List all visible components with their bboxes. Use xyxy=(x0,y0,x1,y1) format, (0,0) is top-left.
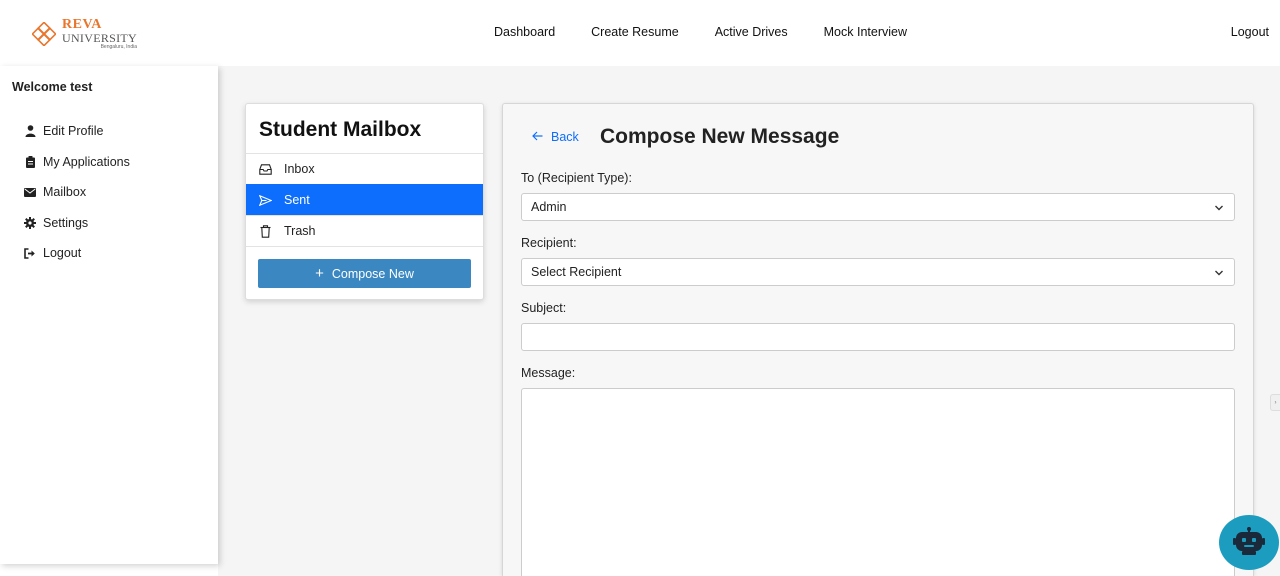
nav-mock-interview[interactable]: Mock Interview xyxy=(824,25,907,39)
envelope-icon xyxy=(24,186,36,198)
recipient-type-select[interactable]: Admin xyxy=(521,193,1235,221)
folder-label: Sent xyxy=(284,193,310,207)
nav-create-resume[interactable]: Create Resume xyxy=(591,25,679,39)
chevron-icon: › xyxy=(1274,399,1277,406)
recipient-type-value: Admin xyxy=(531,200,567,214)
compose-title: Compose New Message xyxy=(600,125,840,148)
message-label: Message: xyxy=(521,366,576,380)
sign-out-icon xyxy=(24,247,36,259)
sidebar-item-logout[interactable]: Logout xyxy=(24,238,130,269)
user-icon xyxy=(24,125,36,138)
robot-icon xyxy=(1233,527,1265,558)
chevron-down-icon xyxy=(1214,267,1224,277)
back-label: Back xyxy=(551,129,579,144)
recipient-type-label: To (Recipient Type): xyxy=(521,171,632,185)
clipboard-icon xyxy=(24,155,36,168)
arrow-left-icon xyxy=(532,129,543,144)
sidebar-item-settings[interactable]: Settings xyxy=(24,208,130,239)
sidebar-item-label: Edit Profile xyxy=(43,124,104,139)
welcome-text: Welcome test xyxy=(12,80,93,94)
recipient-value: Select Recipient xyxy=(531,265,622,279)
recipient-label: Recipient: xyxy=(521,236,577,250)
folder-trash[interactable]: Trash xyxy=(246,215,483,246)
chevron-down-icon xyxy=(1214,202,1224,212)
sidebar: Welcome test Edit Profile My Application… xyxy=(0,66,218,564)
inbox-icon xyxy=(259,163,272,176)
mailbox-panel: Student Mailbox Inbox Sent Trash + Compo… xyxy=(245,103,484,300)
nav-dashboard[interactable]: Dashboard xyxy=(494,25,555,39)
sidebar-item-edit-profile[interactable]: Edit Profile xyxy=(24,116,130,147)
nav-logout[interactable]: Logout xyxy=(1231,25,1269,39)
compose-new-label: Compose New xyxy=(331,266,414,281)
sidebar-item-label: My Applications xyxy=(43,154,130,169)
compose-new-button[interactable]: + Compose New xyxy=(258,259,471,288)
subject-input[interactable] xyxy=(521,323,1235,351)
sidebar-item-mailbox[interactable]: Mailbox xyxy=(24,177,130,208)
compose-panel: Back Compose New Message To (Recipient T… xyxy=(502,103,1254,576)
plus-icon: + xyxy=(315,265,324,282)
trash-icon xyxy=(259,224,272,238)
top-navbar: REVA UNIVERSITY Bengaluru, India Dashboa… xyxy=(0,0,1280,66)
logo-tagline: Bengaluru, India xyxy=(100,44,137,50)
sidebar-item-my-applications[interactable]: My Applications xyxy=(24,147,130,178)
mailbox-title: Student Mailbox xyxy=(259,118,422,141)
folder-sent[interactable]: Sent xyxy=(246,184,483,215)
gear-icon xyxy=(24,216,36,229)
reva-university-logo[interactable]: REVA UNIVERSITY Bengaluru, India xyxy=(31,17,137,50)
folder-label: Trash xyxy=(284,224,316,238)
message-textarea[interactable] xyxy=(521,388,1235,576)
sidebar-menu: Edit Profile My Applications Mailbox Set… xyxy=(24,116,130,269)
sidebar-item-label: Logout xyxy=(43,246,82,261)
nav-active-drives[interactable]: Active Drives xyxy=(715,25,788,39)
sidebar-item-label: Settings xyxy=(43,215,89,230)
folder-inbox[interactable]: Inbox xyxy=(246,153,483,184)
logo-name-bottom: UNIVERSITY xyxy=(62,31,137,45)
sidebar-item-label: Mailbox xyxy=(43,185,87,200)
main-nav: Dashboard Create Resume Active Drives Mo… xyxy=(494,25,943,39)
back-button[interactable]: Back xyxy=(532,129,579,144)
divider xyxy=(246,246,483,247)
recipient-select[interactable]: Select Recipient xyxy=(521,258,1235,286)
side-panel-toggle[interactable]: › xyxy=(1270,394,1280,411)
subject-label: Subject: xyxy=(521,301,567,315)
logo-name-top: REVA xyxy=(62,17,102,32)
logo-emblem-icon xyxy=(31,21,57,47)
chatbot-button[interactable] xyxy=(1219,515,1279,570)
folder-label: Inbox xyxy=(284,162,315,176)
send-icon xyxy=(259,194,272,207)
